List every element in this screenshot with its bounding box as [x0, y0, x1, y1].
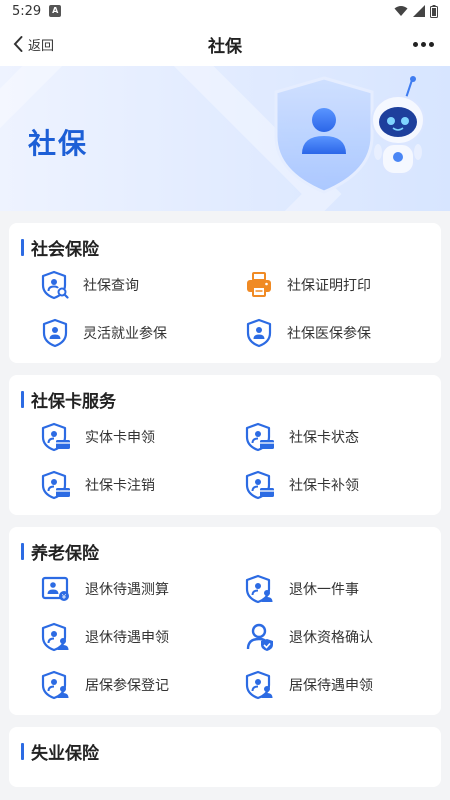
service-item[interactable]: 灵活就业参保 [21, 309, 225, 357]
service-item[interactable]: 社保证明打印 [225, 261, 429, 309]
service-item[interactable]: 退休资格确认 [225, 613, 429, 661]
battery-icon [430, 4, 438, 18]
more-dot-icon [421, 41, 426, 47]
banner: 社保 [0, 66, 450, 211]
section-title: 社保卡服务 [21, 385, 429, 413]
section-pension-insurance: 养老保险 ¥ 退休待遇测算 退休一件事 退休待遇申领 退休资格确认 居保参保登记… [9, 527, 441, 715]
service-item-label: 退休一件事 [289, 582, 359, 598]
service-item-label: 社保卡补领 [289, 478, 359, 494]
service-item[interactable]: 社保卡状态 [225, 413, 429, 461]
section-social-insurance: 社会保险 社保查询 社保证明打印 灵活就业参保 社保医保参保 [9, 223, 441, 363]
service-item[interactable]: 社保查询 [21, 261, 225, 309]
service-item[interactable]: ¥ 退休待遇测算 [21, 565, 225, 613]
shield-card-icon [41, 422, 70, 452]
shield-person-icon [245, 670, 273, 700]
banner-title: 社保 [28, 127, 89, 160]
shield-search-icon [41, 270, 69, 300]
section-title-text: 社会保险 [31, 239, 99, 260]
service-item-label: 实体卡申领 [85, 430, 155, 446]
shield-card-icon [245, 422, 274, 452]
chevron-left-icon [13, 36, 23, 52]
section-social-security-card: 社保卡服务 实体卡申领 社保卡状态 社保卡注销 社保卡补领 [9, 375, 441, 515]
section-title: 养老保险 [21, 537, 429, 565]
service-item-label: 居保参保登记 [85, 678, 169, 694]
shield-card-icon [41, 470, 70, 500]
service-item[interactable]: 社保卡补领 [225, 461, 429, 509]
service-item-label: 居保待遇申领 [289, 678, 373, 694]
section-title-text: 社保卡服务 [31, 391, 116, 412]
more-dot-icon [413, 41, 418, 47]
service-item[interactable]: 社保医保参保 [225, 309, 429, 357]
section-accent-bar [21, 238, 24, 256]
service-item-label: 社保卡注销 [85, 478, 155, 494]
service-item-label: 退休资格确认 [289, 630, 373, 646]
status-time: 5:29 [12, 3, 42, 19]
svg-text:¥: ¥ [62, 593, 67, 601]
service-item-label: 社保查询 [83, 278, 139, 294]
service-item-label: 灵活就业参保 [83, 326, 167, 342]
wifi-icon [394, 6, 408, 16]
shield-robot-illustration-icon [274, 76, 425, 194]
calculator-icon: ¥ [41, 576, 69, 601]
shield-person-icon [41, 622, 69, 652]
section-accent-bar [21, 390, 24, 408]
service-item[interactable]: 退休待遇申领 [21, 613, 225, 661]
service-item-label: 退休待遇申领 [85, 630, 169, 646]
user-check-icon [246, 623, 273, 651]
section-title-text: 养老保险 [31, 543, 99, 564]
service-item[interactable]: 实体卡申领 [21, 413, 225, 461]
section-title-text: 失业保险 [31, 743, 99, 764]
shield-person-icon [245, 574, 273, 604]
section-title: 社会保险 [21, 233, 429, 261]
service-item[interactable]: 退休一件事 [225, 565, 429, 613]
app-bar: 返回 社保 [0, 22, 450, 66]
service-item-label: 社保医保参保 [287, 326, 371, 342]
shield-card-icon [245, 470, 274, 500]
back-button[interactable]: 返回 [12, 35, 54, 54]
more-button[interactable] [409, 36, 438, 53]
shield-person-icon [41, 670, 69, 700]
section-unemployment-insurance: 失业保险 [9, 727, 441, 787]
section-accent-bar [21, 542, 24, 560]
service-item-label: 退休待遇测算 [85, 582, 169, 598]
service-item[interactable]: 居保待遇申领 [225, 661, 429, 709]
back-label: 返回 [28, 38, 55, 54]
notification-badge-icon: A [49, 5, 62, 17]
service-item-label: 社保证明打印 [287, 278, 371, 294]
signal-icon [413, 5, 425, 17]
shield-user-icon [42, 318, 68, 348]
service-item-label: 社保卡状态 [289, 430, 359, 446]
service-item[interactable]: 居保参保登记 [21, 661, 225, 709]
more-dot-icon [429, 41, 434, 47]
status-bar: 5:29 A [0, 0, 450, 22]
printer-icon [247, 272, 271, 297]
page-title: 社保 [208, 36, 242, 57]
service-item[interactable]: 社保卡注销 [21, 461, 225, 509]
shield-user-icon [246, 318, 272, 348]
section-accent-bar [21, 742, 24, 760]
section-title: 失业保险 [21, 737, 429, 765]
